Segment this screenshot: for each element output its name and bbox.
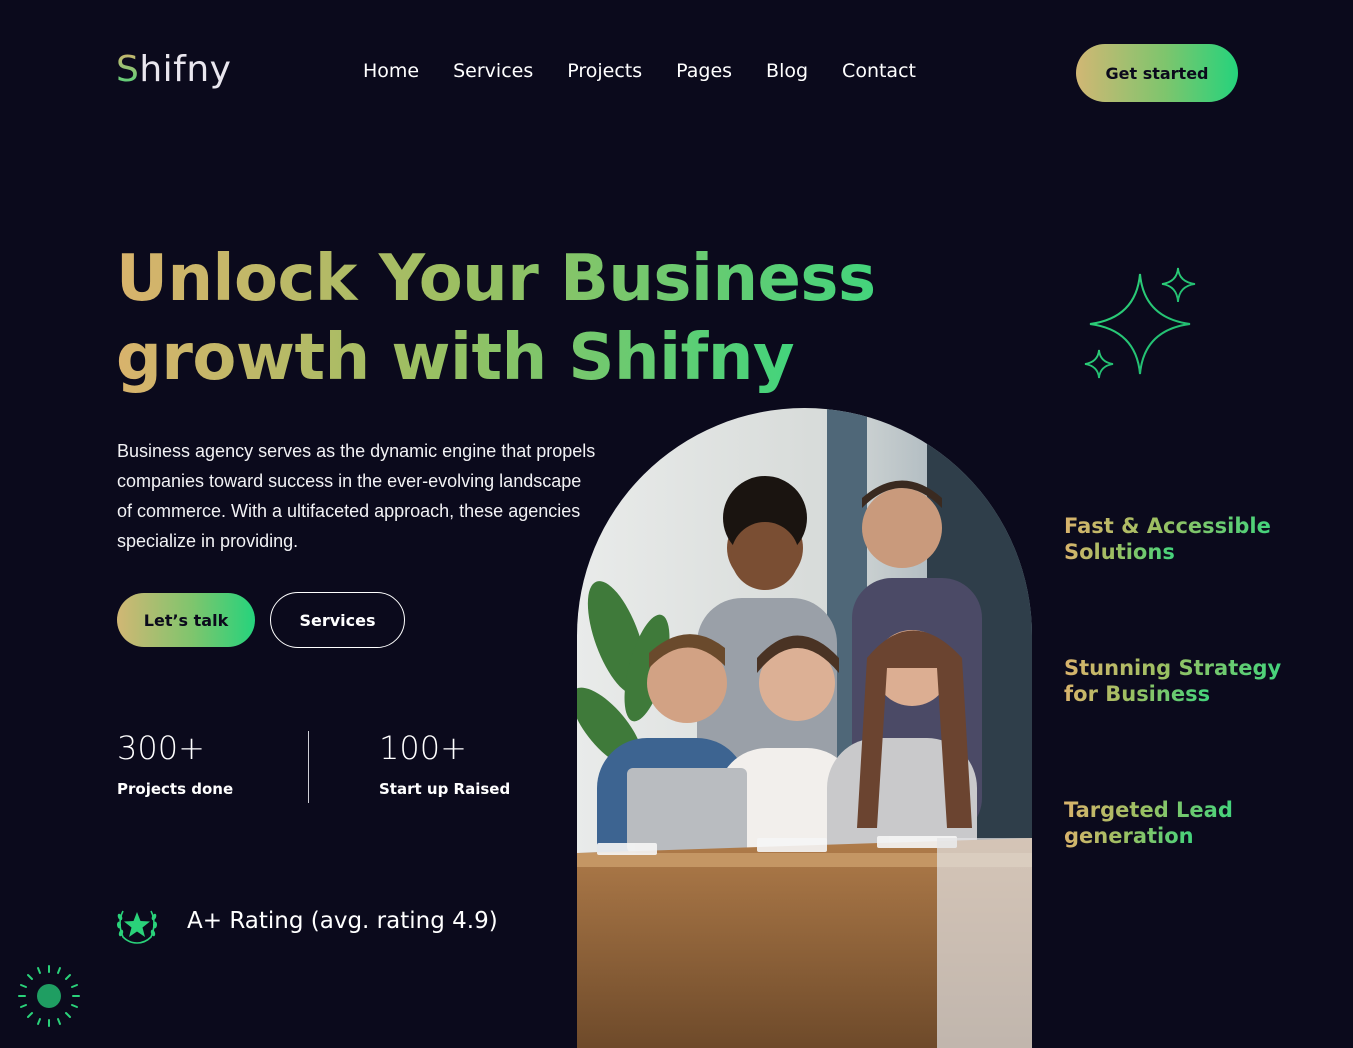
logo-mark: S bbox=[116, 49, 140, 90]
brand-logo[interactable]: Shifny bbox=[116, 49, 231, 90]
nav-item-contact[interactable]: Contact bbox=[842, 60, 916, 82]
feature-fast-accessible: Fast & Accessible Solutions bbox=[1064, 513, 1271, 565]
feature-stunning-strategy: Stunning Strategy for Business bbox=[1064, 655, 1281, 707]
feature-line: Stunning Strategy bbox=[1064, 656, 1282, 680]
team-photo bbox=[577, 408, 1032, 1048]
stats-divider bbox=[308, 731, 309, 803]
feature-line: for Business bbox=[1064, 682, 1211, 706]
stat-projects-value: 300+ bbox=[117, 729, 205, 767]
feature-line: Fast & Accessible bbox=[1064, 514, 1271, 538]
nav-item-services[interactable]: Services bbox=[453, 60, 533, 82]
feature-line: Solutions bbox=[1064, 540, 1175, 564]
sun-icon bbox=[18, 965, 80, 1027]
rating-text: A+ Rating (avg. rating 4.9) bbox=[187, 908, 498, 934]
hero-title: Unlock Your Business growth with Shifny bbox=[116, 240, 936, 398]
nav-item-projects[interactable]: Projects bbox=[567, 60, 642, 82]
feature-line: Targeted Lead bbox=[1064, 798, 1233, 822]
nav-item-blog[interactable]: Blog bbox=[766, 60, 808, 82]
lets-talk-button[interactable]: Let’s talk bbox=[117, 593, 255, 647]
hero-title-line1: Unlock Your Business bbox=[116, 242, 876, 316]
stat-startups-label: Start up Raised bbox=[379, 780, 511, 798]
feature-line: generation bbox=[1064, 824, 1194, 848]
nav-item-pages[interactable]: Pages bbox=[676, 60, 732, 82]
stat-projects-label: Projects done bbox=[117, 780, 234, 798]
feature-targeted-lead: Targeted Lead generation bbox=[1064, 797, 1233, 849]
nav-item-home[interactable]: Home bbox=[363, 60, 419, 82]
get-started-button[interactable]: Get started bbox=[1076, 44, 1238, 102]
laurel-star-icon bbox=[116, 910, 158, 944]
stat-startups-value: 100+ bbox=[379, 729, 467, 767]
main-nav: Home Services Projects Pages Blog Contac… bbox=[363, 60, 916, 82]
hero-description: Business agency serves as the dynamic en… bbox=[117, 441, 596, 551]
sparkle-icon bbox=[1084, 267, 1196, 379]
logo-text: hifny bbox=[139, 49, 232, 90]
hero-title-line2: growth with Shifny bbox=[116, 321, 795, 395]
services-button[interactable]: Services bbox=[270, 592, 405, 648]
